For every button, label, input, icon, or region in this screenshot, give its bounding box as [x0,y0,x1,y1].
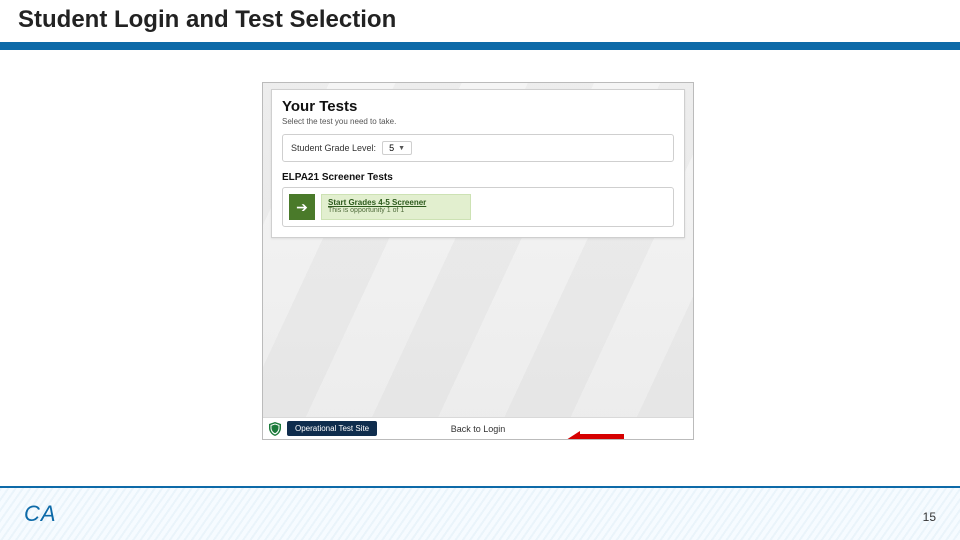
app-window: Your Tests Select the test you need to t… [262,82,694,440]
grade-level-value: 5 [389,143,394,153]
test-opportunity-text: This is opportunity 1 of 1 [328,207,464,214]
site-label-pill: Operational Test Site [287,421,377,436]
tests-section-title: ELPA21 Screener Tests [282,172,674,183]
back-to-login-button[interactable]: Back to Login [451,424,506,434]
tests-box: ➔ Start Grades 4-5 Screener This is oppo… [282,187,674,227]
grade-level-row: Student Grade Level: 5 ▼ [282,134,674,162]
slide-footer: CA 15 [0,486,960,540]
content-area: Your Tests Select the test you need to t… [0,50,960,480]
arrow-right-icon: ➔ [296,199,308,216]
card-title: Your Tests [282,98,674,115]
slide-title: Student Login and Test Selection [18,6,942,34]
slide-title-bar: Student Login and Test Selection [0,0,960,42]
test-link[interactable]: Start Grades 4-5 Screener [328,198,464,207]
arrow-left-icon [566,431,580,440]
grade-level-select[interactable]: 5 ▼ [382,141,412,155]
page-number: 15 [923,510,936,524]
start-test-button[interactable]: ➔ [289,194,315,220]
test-row: ➔ Start Grades 4-5 Screener This is oppo… [289,194,667,220]
annotation-arrow-back [566,431,624,440]
your-tests-card: Your Tests Select the test you need to t… [271,89,685,238]
shield-icon [269,422,281,436]
app-footer-bar: Operational Test Site Back to Login [263,417,693,439]
logo: CA [24,501,57,527]
chevron-down-icon: ▼ [398,145,405,152]
test-info[interactable]: Start Grades 4-5 Screener This is opport… [321,194,471,220]
card-subtitle: Select the test you need to take. [282,117,674,126]
grade-level-label: Student Grade Level: [291,143,376,153]
